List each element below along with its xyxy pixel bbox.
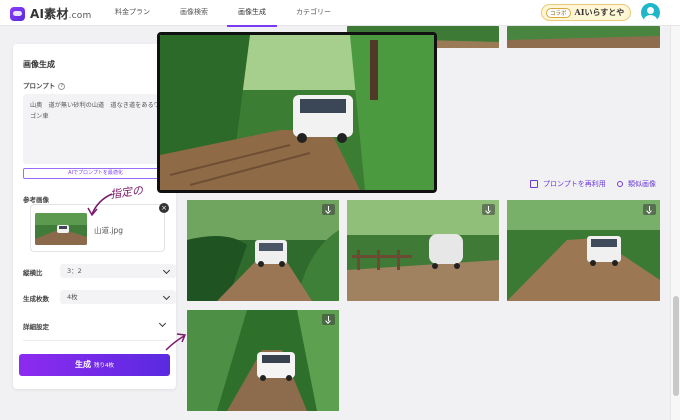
annotation-arrows <box>87 193 187 351</box>
page-scrollbar[interactable] <box>670 26 680 420</box>
scrollbar-thumb[interactable] <box>673 296 679 396</box>
